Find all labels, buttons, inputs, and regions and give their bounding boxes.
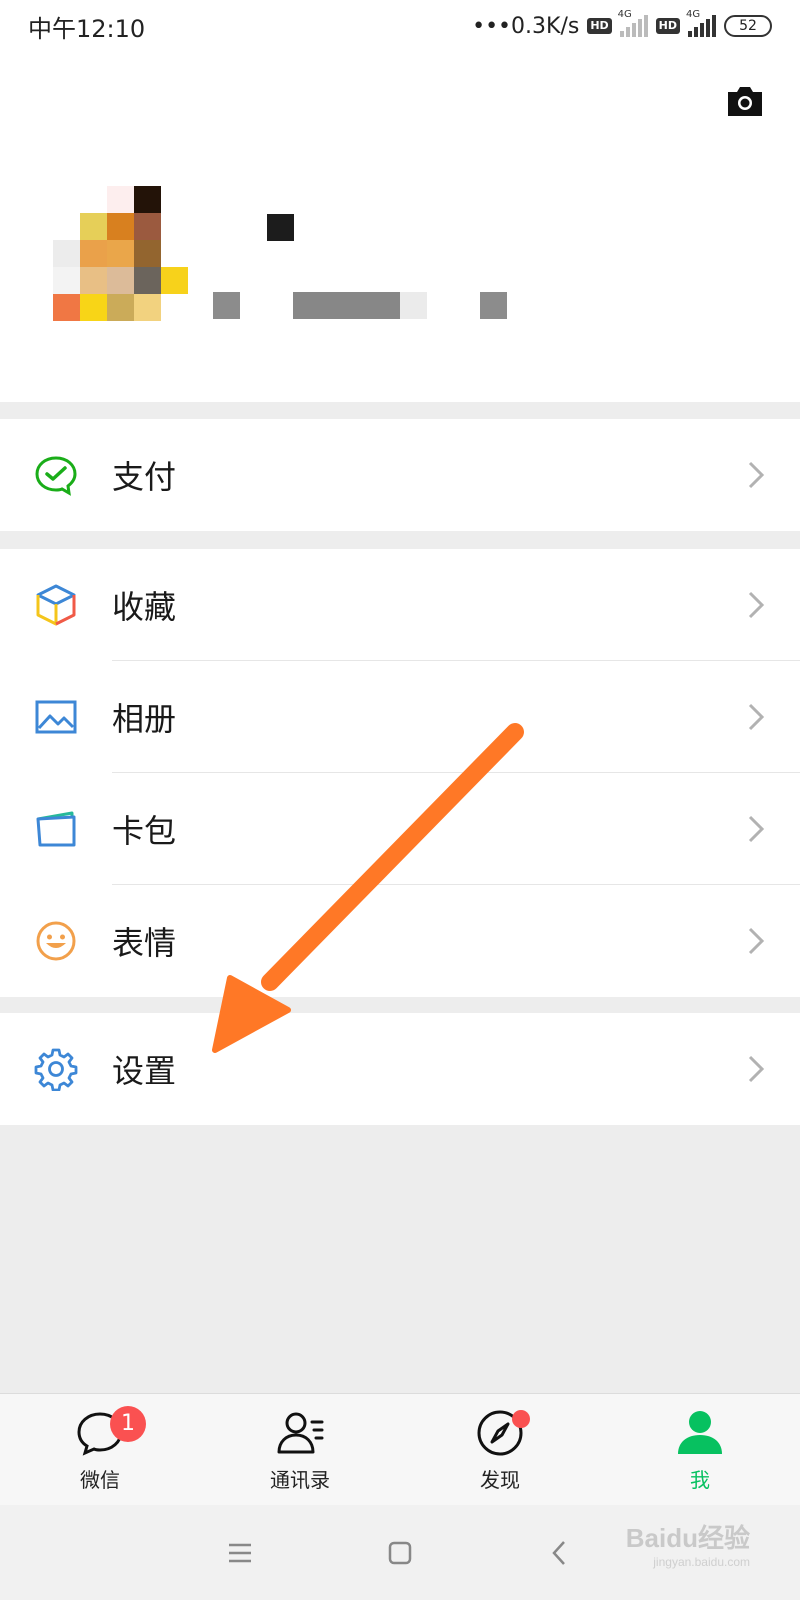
notification-dot bbox=[512, 1410, 530, 1428]
hd-badge-2: HD bbox=[655, 18, 680, 34]
nickname-redacted bbox=[267, 214, 294, 241]
tab-label-chats: 微信 bbox=[80, 1468, 120, 1492]
contacts-icon bbox=[277, 1412, 324, 1454]
chevron-right-icon bbox=[748, 703, 765, 731]
watermark-url: jingyan.baidu.com bbox=[653, 1555, 750, 1569]
menu-item-favorites[interactable]: 收藏 bbox=[0, 549, 800, 661]
chevron-right-icon bbox=[748, 461, 765, 489]
tab-label-discover: 发现 bbox=[480, 1468, 520, 1492]
camera-icon[interactable] bbox=[724, 80, 766, 122]
unread-badge: 1 bbox=[110, 1406, 146, 1442]
cube-icon bbox=[36, 584, 76, 626]
signal-icon-2: 4G bbox=[686, 9, 716, 37]
status-time: 中午12:10 bbox=[28, 14, 146, 43]
person-icon bbox=[678, 1411, 722, 1454]
menu-item-album[interactable]: 相册 bbox=[0, 661, 800, 773]
status-bar: 中午12:10 •••0.3K/s HD 4G HD 4G 52 bbox=[0, 0, 800, 52]
gear-icon bbox=[34, 1048, 78, 1091]
chevron-right-icon bbox=[748, 927, 765, 955]
watermark-brand: Baidu经验 bbox=[625, 1523, 750, 1553]
network-type: 4G bbox=[617, 9, 632, 20]
back-icon[interactable] bbox=[545, 1538, 575, 1568]
profile-header[interactable] bbox=[0, 52, 800, 402]
chevron-right-icon bbox=[748, 815, 765, 843]
chevron-right-icon bbox=[748, 1055, 765, 1083]
image-icon bbox=[35, 700, 77, 734]
avatar[interactable] bbox=[53, 186, 188, 321]
wechat-id-redacted-2 bbox=[293, 292, 400, 319]
network-type-2: 4G bbox=[686, 9, 701, 20]
wallet-card-icon bbox=[36, 811, 76, 847]
signal-icon: 4G bbox=[618, 9, 648, 37]
tab-chats[interactable]: 1 微信 bbox=[0, 1394, 200, 1505]
menu-label-pay: 支付 bbox=[112, 458, 177, 496]
battery-icon: 52 bbox=[724, 15, 772, 37]
wechat-id-redacted-4 bbox=[480, 292, 507, 319]
wechat-pay-icon bbox=[35, 456, 77, 496]
wechat-id-redacted-3 bbox=[400, 292, 427, 319]
tab-contacts[interactable]: 通讯录 bbox=[200, 1394, 400, 1505]
menu-label-album: 相册 bbox=[112, 700, 177, 738]
tab-label-me: 我 bbox=[690, 1468, 710, 1492]
home-icon[interactable] bbox=[385, 1538, 415, 1568]
tab-me[interactable]: 我 bbox=[600, 1394, 800, 1505]
menu-item-pay[interactable]: 支付 bbox=[0, 419, 800, 531]
menu-group-settings: 设置 bbox=[0, 1013, 800, 1125]
chevron-right-icon bbox=[748, 591, 765, 619]
menu-icon[interactable] bbox=[225, 1538, 255, 1568]
menu-label-stickers: 表情 bbox=[112, 924, 177, 962]
menu-item-settings[interactable]: 设置 bbox=[0, 1013, 800, 1125]
watermark: Baidu经验 jingyan.baidu.com bbox=[626, 1518, 750, 1569]
network-speed: •••0.3K/s bbox=[472, 13, 580, 39]
menu-item-cards[interactable]: 卡包 bbox=[0, 773, 800, 885]
menu-label-settings: 设置 bbox=[112, 1052, 177, 1090]
hd-badge: HD bbox=[587, 18, 612, 34]
smiley-icon bbox=[36, 921, 76, 961]
wechat-id-redacted-1 bbox=[213, 292, 240, 319]
tab-label-contacts: 通讯录 bbox=[270, 1468, 330, 1492]
menu-label-favorites: 收藏 bbox=[112, 588, 177, 626]
menu-label-cards: 卡包 bbox=[112, 812, 177, 850]
bottom-tab-bar: 1 微信 通讯录 发现 我 bbox=[0, 1393, 800, 1505]
menu-group-pay: 支付 bbox=[0, 419, 800, 531]
menu-group-main: 收藏 相册 卡包 表情 bbox=[0, 549, 800, 997]
tab-discover[interactable]: 发现 bbox=[400, 1394, 600, 1505]
status-indicators: •••0.3K/s HD 4G HD 4G 52 bbox=[472, 9, 772, 39]
menu-item-stickers[interactable]: 表情 bbox=[0, 885, 800, 997]
